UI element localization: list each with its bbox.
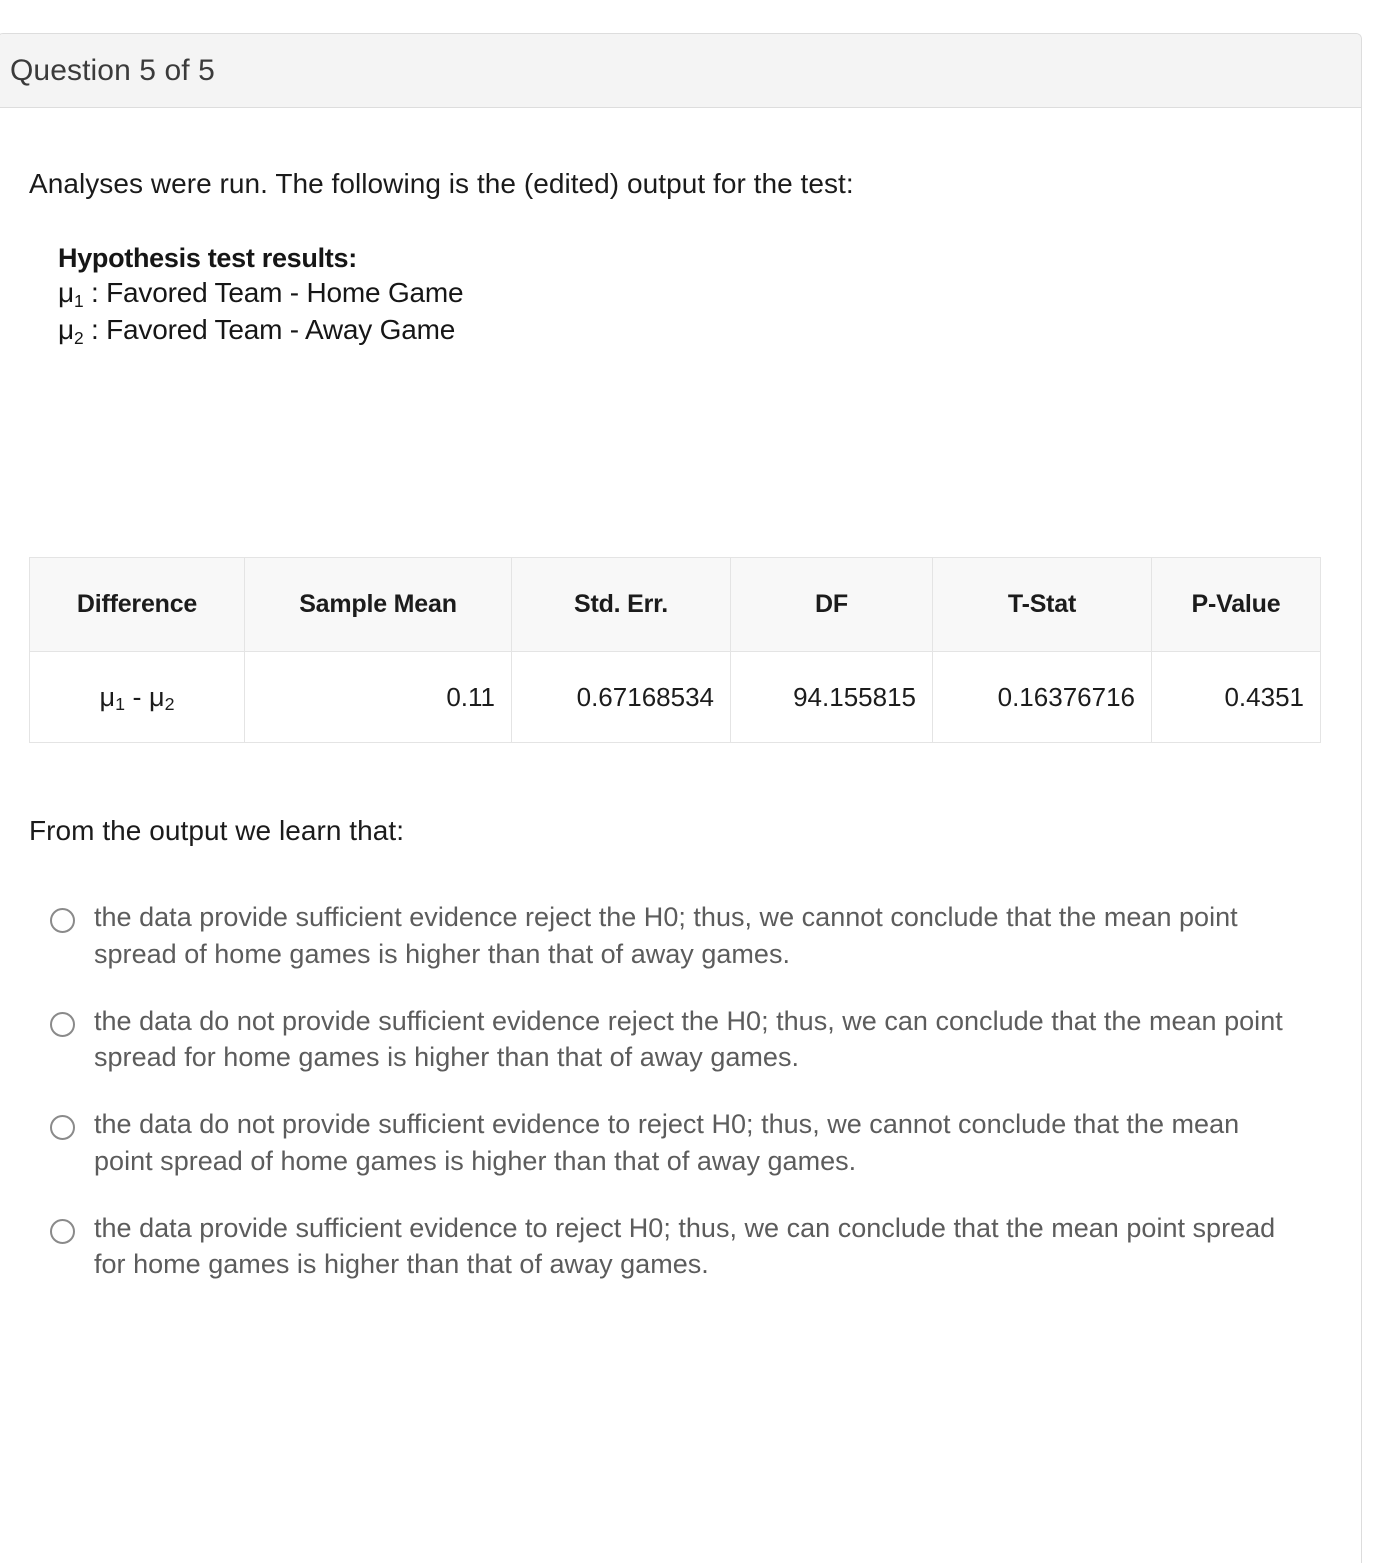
column-header-t-stat: T-Stat [932, 557, 1152, 653]
radio-button-icon-2[interactable] [50, 1011, 75, 1037]
question-card-body: Analyses were run. The following is the … [0, 166, 1361, 1283]
column-header-df: DF [730, 557, 933, 653]
mu1-description: : Favored Team - Home Game [83, 277, 464, 309]
answer-option-3[interactable]: the data do not provide sufficient evide… [50, 1106, 1331, 1179]
question-prompt: Analyses were run. The following is the … [29, 168, 854, 199]
hypothesis-results-table: Difference Sample Mean Std. Err. DF T-St… [29, 557, 1321, 744]
cell-p-value: 0.4351 [1151, 651, 1321, 744]
answer-option-1-label[interactable]: the data provide sufficient evidence rej… [94, 899, 1284, 972]
question-card-header: Question 5 of 5 [0, 34, 1361, 108]
hypothesis-output-title: Hypothesis test results: [58, 243, 357, 274]
page-title: Question 5 of 5 [10, 53, 215, 87]
column-header-sample-mean: Sample Mean [244, 557, 512, 653]
mu2-description: : Favored Team - Away Game [83, 314, 456, 346]
answer-option-1[interactable]: the data provide sufficient evidence rej… [50, 899, 1331, 972]
column-header-std-err: Std. Err. [511, 557, 731, 653]
radio-button-icon-3[interactable] [50, 1115, 75, 1141]
radio-button-icon-4[interactable] [50, 1218, 75, 1244]
hypothesis-output-block: Hypothesis test results: μ1 : Favored Te… [58, 242, 1331, 349]
results-table-container: Difference Sample Mean Std. Err. DF T-St… [29, 557, 1331, 744]
diff-mu1-subscript: 1 [115, 694, 125, 715]
answer-option-3-label[interactable]: the data do not provide sufficient evide… [94, 1106, 1284, 1179]
column-header-difference: Difference [29, 557, 245, 653]
diff-mu1: μ [99, 681, 116, 712]
answer-option-2-label[interactable]: the data do not provide sufficient evide… [94, 1003, 1284, 1076]
answer-option-2[interactable]: the data do not provide sufficient evide… [50, 1003, 1331, 1076]
cell-difference: μ1 - μ2 [29, 651, 245, 744]
mu2-subscript: 2 [73, 328, 84, 349]
mu2-symbol: μ [58, 314, 74, 346]
table-header-row: Difference Sample Mean Std. Err. DF T-St… [29, 557, 1321, 653]
hypothesis-mu1-line: μ1 : Favored Team - Home Game [58, 275, 1331, 312]
mu1-subscript: 1 [73, 291, 84, 312]
hypothesis-mu2-line: μ2 : Favored Team - Away Game [58, 312, 1331, 349]
answer-options: the data provide sufficient evidence rej… [50, 899, 1331, 1283]
cell-df: 94.155815 [730, 651, 933, 744]
diff-mu2-subscript: 2 [164, 694, 175, 715]
column-header-p-value: P-Value [1151, 557, 1321, 653]
answer-lead-in: From the output we learn that: [29, 815, 405, 847]
cell-sample-mean: 0.11 [244, 651, 512, 744]
answer-option-4-label[interactable]: the data provide sufficient evidence to … [94, 1210, 1284, 1283]
cell-t-stat: 0.16376716 [932, 651, 1152, 744]
mu1-symbol: μ [58, 277, 74, 309]
diff-mu2: μ [149, 681, 165, 712]
radio-button-icon-1[interactable] [50, 908, 75, 934]
cell-std-err: 0.67168534 [511, 651, 731, 744]
diff-minus: - [125, 681, 149, 712]
answer-option-4[interactable]: the data provide sufficient evidence to … [50, 1210, 1331, 1283]
table-row: μ1 - μ2 0.11 0.67168534 94.155815 0.1637… [29, 651, 1321, 744]
question-card: Question 5 of 5 Analyses were run. The f… [0, 33, 1362, 1563]
